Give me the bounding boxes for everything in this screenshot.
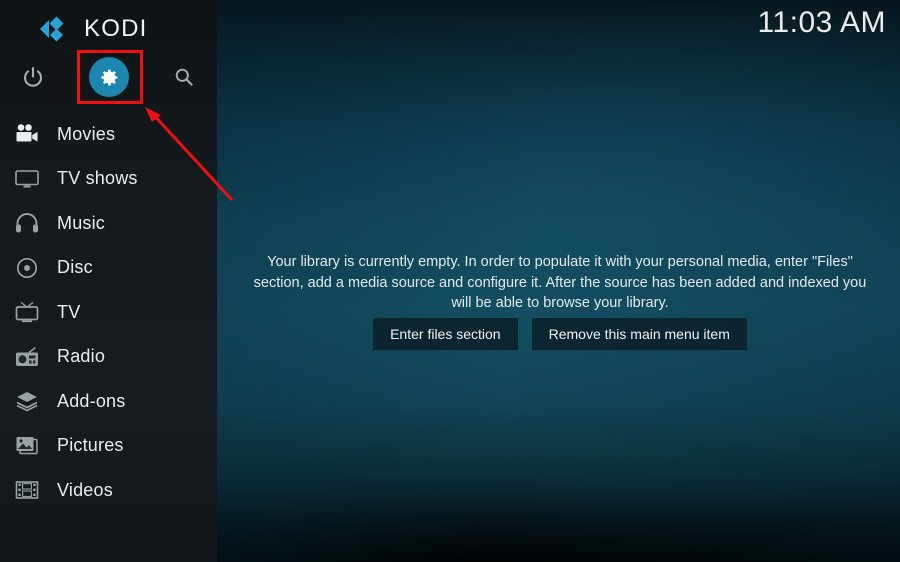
addons-box-icon [10, 387, 44, 415]
settings-button[interactable] [84, 52, 134, 102]
clock: 11:03 AM [757, 6, 886, 39]
sidebar: KODI Movies TV shows Music Disc TV Radio… [0, 0, 217, 562]
kodi-logo-icon [38, 14, 72, 44]
gear-icon [89, 57, 129, 97]
sidebar-item-label: TV [57, 301, 81, 322]
sidebar-item-label: Add-ons [57, 390, 126, 411]
empty-library-actions: Enter files section Remove this main men… [243, 318, 877, 350]
remove-main-menu-item-button[interactable]: Remove this main menu item [531, 318, 747, 350]
film-strip-icon [10, 476, 44, 504]
sidebar-item-label: TV shows [57, 168, 138, 189]
sidebar-item-label: Radio [57, 346, 106, 367]
sidebar-item-label: Movies [57, 123, 116, 144]
pictures-icon [10, 432, 44, 460]
enter-files-section-button[interactable]: Enter files section [373, 318, 518, 350]
sidebar-item-pictures[interactable]: Pictures [0, 424, 217, 469]
search-icon [175, 68, 193, 86]
sidebar-item-label: Disc [57, 257, 93, 278]
sidebar-item-videos[interactable]: Videos [0, 468, 217, 513]
sidebar-item-label: Videos [57, 479, 113, 500]
sidebar-item-tv-shows[interactable]: TV shows [0, 157, 217, 202]
power-icon [23, 66, 43, 87]
app-logo: KODI [0, 10, 217, 48]
movie-camera-icon [10, 120, 44, 148]
retro-tv-icon [10, 298, 44, 326]
sidebar-top-icon-row [0, 52, 217, 102]
tv-monitor-icon [10, 165, 44, 193]
kodi-home-screen: 11:03 AM Your library is currently empty… [0, 0, 900, 562]
power-button[interactable] [8, 52, 58, 102]
headphones-icon [10, 209, 44, 237]
sidebar-item-movies[interactable]: Movies [0, 112, 217, 157]
sidebar-item-label: Music [57, 212, 106, 233]
sidebar-item-tv[interactable]: TV [0, 290, 217, 335]
sidebar-item-music[interactable]: Music [0, 201, 217, 246]
disc-icon [10, 254, 44, 282]
sidebar-item-radio[interactable]: Radio [0, 335, 217, 380]
radio-icon [10, 343, 44, 371]
sidebar-item-label: Pictures [57, 435, 124, 456]
sidebar-item-add-ons[interactable]: Add-ons [0, 379, 217, 424]
empty-library-message: Your library is currently empty. In orde… [253, 254, 867, 311]
app-title: KODI [84, 15, 148, 42]
sidebar-menu: Movies TV shows Music Disc TV Radio Add-… [0, 112, 217, 513]
search-button[interactable] [159, 52, 209, 102]
sidebar-item-disc[interactable]: Disc [0, 246, 217, 291]
